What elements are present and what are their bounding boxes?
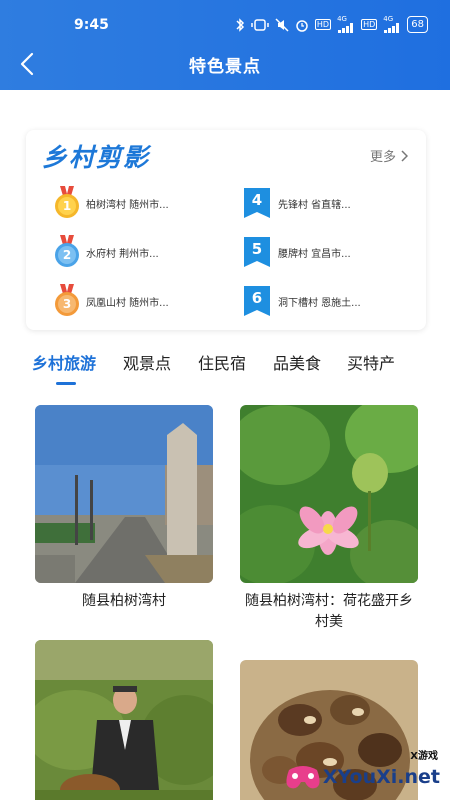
status-bar: 9:45 HD 4G HD 4G 68 — [0, 14, 450, 38]
active-tab-indicator — [56, 382, 76, 385]
watermark-text: XYouXi.net — [322, 766, 440, 788]
rank-item-2[interactable]: 2 水府村 荆州市... — [52, 235, 159, 269]
lotus-flower-image — [240, 405, 418, 583]
watermark-small: X游戏 — [410, 751, 438, 762]
mute-icon — [275, 17, 289, 32]
watermark: XYouXi.net — [283, 762, 440, 792]
gold-medal-icon: 1 — [52, 186, 82, 220]
category-tabs: 乡村旅游 观景点 住民宿 品美食 买特产 — [0, 348, 450, 388]
rank-item-5[interactable]: 5 腰牌村 宜昌市... — [242, 235, 351, 269]
content-card-3[interactable] — [35, 640, 213, 800]
rank-item-4[interactable]: 4 先锋村 省直辖... — [242, 186, 351, 220]
tab-food[interactable]: 品美食 — [273, 350, 321, 374]
village-road-image — [35, 405, 213, 583]
rank-item-label: 腰牌村 宜昌市... — [278, 248, 351, 260]
page-title: 特色景点 — [189, 57, 261, 77]
status-time: 9:45 — [74, 17, 109, 33]
tab-specialty[interactable]: 买特产 — [347, 350, 395, 374]
more-label: 更多 — [369, 150, 396, 165]
hd-badge: HD — [314, 19, 332, 30]
chevron-right-icon — [401, 149, 408, 162]
rank-item-label: 先锋村 省直辖... — [278, 199, 351, 211]
card-caption: 随县柏树湾村 — [82, 593, 166, 609]
alarm-icon — [295, 18, 309, 32]
content-card-2[interactable]: 随县柏树湾村：荷花盛开乡村美 — [240, 405, 418, 633]
tab-scenic-spots[interactable]: 观景点 — [123, 350, 171, 374]
vibrate-icon — [251, 18, 269, 31]
battery-icon: 68 — [407, 16, 428, 33]
gamepad-logo-icon — [286, 766, 320, 789]
content-card-1[interactable]: 随县柏树湾村 — [35, 405, 213, 612]
rank-flag-icon: 5 — [242, 235, 272, 269]
ranking-card: 乡村剪影 更多 1 柏树湾村 随州市... 2 水府村 荆州市... 3 凤凰山… — [26, 130, 426, 330]
rank-item-label: 洞下槽村 恩施土... — [278, 297, 361, 309]
rank-item-3[interactable]: 3 凤凰山村 随州市... — [52, 284, 169, 318]
signal-icon-2: 4G — [383, 16, 401, 33]
hd-badge-2: HD — [361, 19, 378, 30]
rank-flag-icon: 4 — [242, 186, 272, 220]
tab-rural-tourism[interactable]: 乡村旅游 — [32, 350, 96, 374]
ranking-logo: 乡村剪影 — [42, 143, 151, 172]
silver-medal-icon: 2 — [52, 235, 82, 269]
app-header: 9:45 HD 4G HD 4G 68 特色景点 — [0, 0, 450, 90]
farmer-field-image — [35, 640, 213, 800]
tab-homestay[interactable]: 住民宿 — [198, 350, 246, 374]
card-caption: 随县柏树湾村：荷花盛开乡村美 — [245, 593, 413, 630]
bluetooth-icon — [235, 17, 245, 32]
rank-item-6[interactable]: 6 洞下槽村 恩施土... — [242, 284, 361, 318]
status-icons: HD 4G HD 4G 68 — [235, 16, 428, 33]
more-link[interactable]: 更多 — [370, 146, 408, 165]
bronze-medal-icon: 3 — [52, 284, 82, 318]
rank-item-label: 柏树湾村 随州市... — [86, 199, 169, 211]
rank-flag-icon: 6 — [242, 284, 272, 318]
rank-item-label: 水府村 荆州市... — [86, 248, 159, 260]
rank-item-label: 凤凰山村 随州市... — [86, 297, 169, 309]
signal-icon-1: 4G — [337, 16, 355, 33]
rank-item-1[interactable]: 1 柏树湾村 随州市... — [52, 186, 169, 220]
